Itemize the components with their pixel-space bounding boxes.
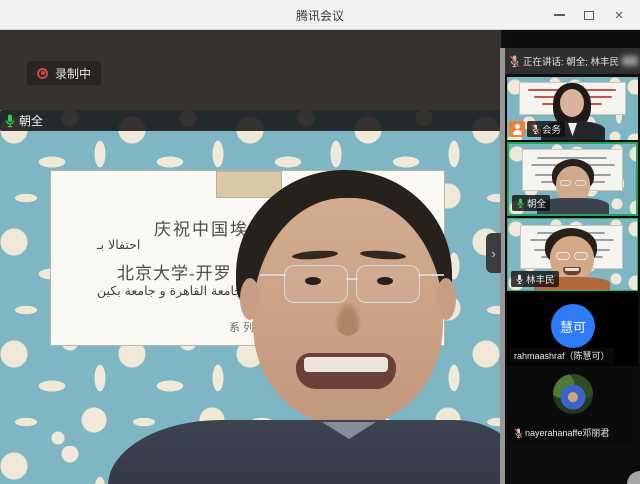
chevron-right-icon: ›: [491, 246, 495, 261]
avatar-photo: [553, 374, 593, 414]
participants-sidebar: 正在讲话: 朝全; 林丰民 会务: [505, 30, 640, 484]
mic-on-icon: [516, 197, 525, 209]
participant-tile-rahmaashraf[interactable]: 慧可 rahmaashraf（陈慧可）: [507, 293, 638, 366]
mic-icon: [515, 273, 524, 285]
participant-label: 朝全: [512, 195, 550, 211]
participant-label: nayerahanaffe邓丽君: [510, 425, 613, 440]
speaker-shoulders: [108, 420, 501, 484]
record-icon: [37, 68, 48, 79]
main-video[interactable]: 庆祝中国埃 احتفالا بـ الصينية المصرية الدبلوم…: [0, 110, 501, 484]
participant-name: 林丰民: [526, 272, 555, 286]
participant-name: 朝全: [527, 196, 546, 210]
recording-label: 录制中: [55, 65, 91, 82]
slide-title-cn: 庆祝中国埃: [154, 215, 249, 240]
speaker-glasses-arm-left: [260, 274, 286, 276]
now-speaking-bar: 正在讲话: 朝全; 林丰民: [505, 48, 640, 74]
mic-on-icon: [4, 113, 16, 128]
titlebar[interactable]: 腾讯会议 ×: [0, 0, 640, 30]
participant-tile-nayerahanaffe[interactable]: nayerahanaffe邓丽君: [507, 368, 638, 443]
avatar: 慧可: [551, 304, 595, 348]
slide-title-ar-left: احتفالا بـ: [97, 237, 140, 252]
participant-label: 林丰民: [511, 271, 559, 287]
participant-tile-chaoquan[interactable]: 朝全: [507, 142, 638, 216]
window-controls: ×: [544, 0, 634, 30]
speaker-teeth: [304, 357, 388, 372]
speaker-glasses-bridge: [346, 278, 358, 280]
speaker-name: 朝全: [19, 112, 43, 129]
speaker-glasses-arm-right: [418, 274, 444, 276]
participant-glasses: [575, 180, 586, 186]
minimize-button[interactable]: [544, 0, 574, 30]
participant-glasses: [560, 180, 571, 186]
participant-glasses: [574, 252, 588, 260]
slide-subtitle-ar-left: جامعة القاهرة و جامعة بكين: [97, 283, 242, 298]
close-icon: ×: [615, 8, 624, 23]
mic-muted-icon: [531, 123, 540, 135]
speaker-ear-left: [240, 278, 260, 320]
now-speaking-label: 正在讲话: 朝全; 林丰民: [523, 54, 619, 68]
maximize-icon: [584, 11, 594, 20]
participant-name: nayerahanaffe邓丽君: [525, 426, 609, 439]
participant-name: 会务: [542, 122, 561, 136]
app-window: 腾讯会议 × 录制中 庆祝中国埃 احتفالا بـ الصينية المص…: [0, 0, 640, 484]
speaker-eye-left: [305, 277, 321, 285]
blurred-name: [622, 56, 638, 66]
participant-glasses: [556, 252, 570, 260]
speaker-nose: [334, 300, 362, 336]
recording-badge[interactable]: 录制中: [27, 61, 101, 85]
participant-tile-huiwu[interactable]: 会务: [507, 77, 638, 140]
minimize-icon: [554, 14, 565, 16]
participant-name: rahmaashraf（陈慧可）: [514, 349, 610, 362]
speaker-ear-right: [436, 278, 456, 320]
meeting-topbar: 录制中: [0, 30, 501, 110]
slide-logo-box: [216, 171, 282, 198]
avatar-initials: 慧可: [560, 317, 586, 336]
participant-label: 会务: [527, 121, 565, 137]
mic-muted-icon: [514, 427, 523, 439]
participant-teeth: [565, 268, 579, 271]
close-button[interactable]: ×: [604, 0, 634, 30]
scroll-corner-grip[interactable]: [627, 471, 640, 484]
sidebar-collapse-button[interactable]: ›: [486, 233, 501, 273]
participant-tile-linfengmin[interactable]: 林丰民: [507, 218, 638, 291]
maximize-button[interactable]: [574, 0, 604, 30]
slide-subtitle-cn-left: 北京大学-开罗: [117, 259, 232, 284]
host-badge-icon: [509, 121, 525, 137]
participant-face: [560, 89, 584, 117]
mic-muted-icon: [509, 54, 520, 68]
speaker-name-tag: 朝全: [0, 110, 501, 131]
participant-label: rahmaashraf（陈慧可）: [510, 348, 614, 363]
speaker-eye-right: [377, 277, 393, 285]
